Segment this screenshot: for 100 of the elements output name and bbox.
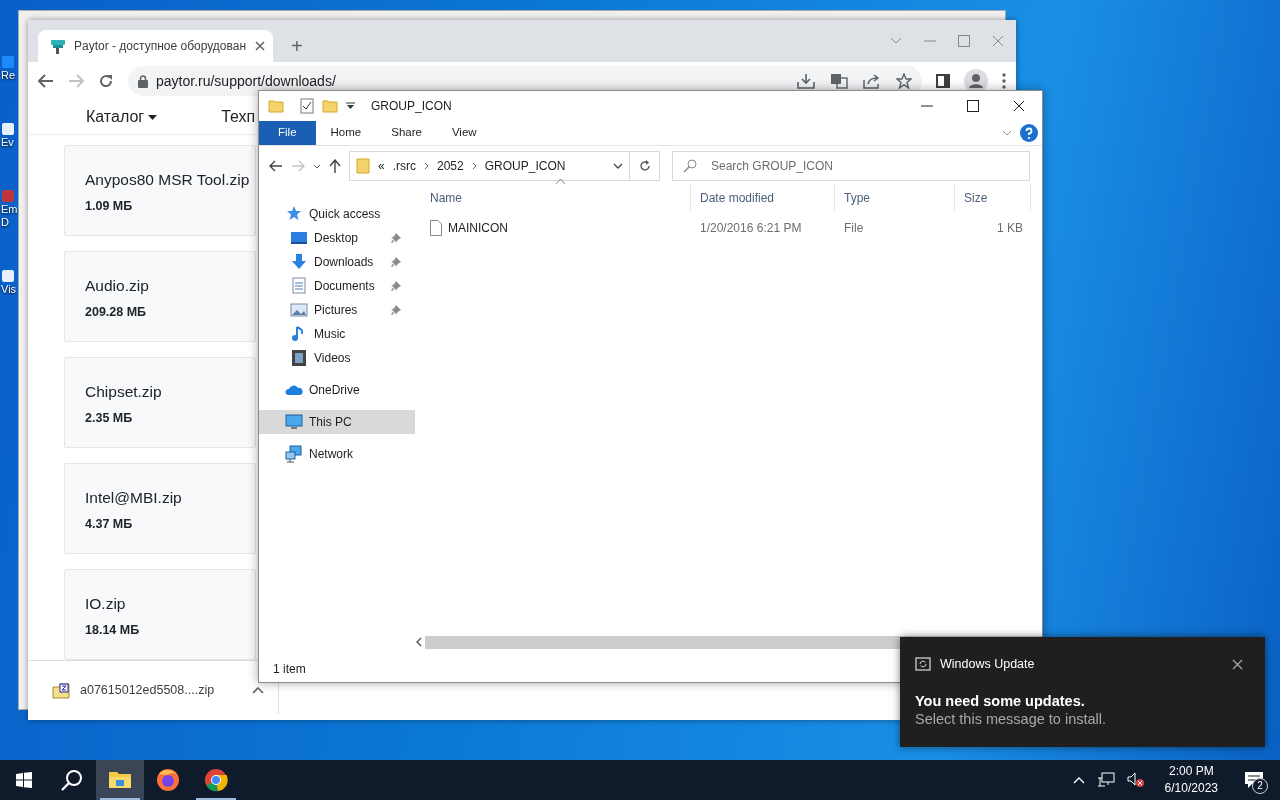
sidebar-item[interactable]: Desktop <box>259 226 415 250</box>
close-icon[interactable] <box>1013 100 1025 112</box>
size-cell-text: 1 KB <box>996 220 1024 237</box>
monitor-icon <box>290 229 308 247</box>
network-icon[interactable] <box>1096 772 1115 788</box>
share-icon[interactable] <box>863 73 881 89</box>
breadcrumb-item[interactable]: 2052 <box>437 157 464 175</box>
sort-caret-icon[interactable] <box>556 179 565 184</box>
computer-icon <box>285 413 303 431</box>
file-name: Chipset.zip <box>85 382 163 401</box>
sidebar-item[interactable]: Network <box>259 442 415 466</box>
sidebar-item[interactable]: This PC <box>259 410 415 434</box>
windows-logo-icon <box>16 772 32 788</box>
type-cell-text: File <box>843 220 865 237</box>
breadcrumb-item[interactable]: GROUP_ICON <box>484 157 566 175</box>
side-panel-icon[interactable] <box>936 74 950 88</box>
back-arrow-icon[interactable] <box>38 74 54 88</box>
sidebar-item[interactable]: Pictures <box>259 298 415 322</box>
search-field[interactable]: Search GROUP_ICON <box>672 151 1030 181</box>
caret-down-icon[interactable] <box>148 114 158 120</box>
url-text: paytor.ru/support/downloads/ <box>156 71 336 91</box>
sidebar-item[interactable]: Quick access <box>259 202 415 226</box>
chevron-down-icon[interactable] <box>313 163 321 169</box>
reload-icon[interactable] <box>98 73 114 89</box>
desktop-icon-label: D <box>0 216 9 229</box>
star-icon[interactable] <box>896 73 912 89</box>
nav-link[interactable]: Техп <box>221 105 256 129</box>
download-card[interactable]: Chipset.zip 2.35 МБ <box>64 357 256 448</box>
muted-speaker-icon[interactable] <box>1126 772 1145 788</box>
breadcrumb-item[interactable]: .rsrc <box>392 157 416 175</box>
desktop-shortcut-icon <box>0 122 14 136</box>
picture-icon <box>290 301 308 319</box>
back-arrow-icon[interactable] <box>269 160 283 172</box>
new-tab-button[interactable]: + <box>287 34 307 58</box>
notification-count: 2 <box>1252 778 1268 794</box>
clock-date[interactable]: 6/10/2023 <box>1164 780 1218 797</box>
file-row-name[interactable]: MAINICON <box>421 219 691 237</box>
download-card[interactable]: Audio.zip 209.28 МБ <box>64 251 256 342</box>
search-icon <box>683 159 697 173</box>
chevron-down-icon[interactable] <box>613 163 623 169</box>
window-title: GROUP_ICON <box>371 98 452 115</box>
notification-message: Select this message to install. <box>915 709 1107 729</box>
download-icon[interactable] <box>797 73 815 89</box>
ribbon-tab[interactable]: File <box>259 121 316 145</box>
nav-link[interactable]: Каталог <box>86 105 145 129</box>
close-button[interactable] <box>1232 658 1243 670</box>
download-card[interactable]: IO.zip 18.14 МБ <box>64 569 256 660</box>
file-name: Anypos80 MSR Tool.zip <box>85 170 251 189</box>
column-header[interactable]: Name <box>421 184 691 211</box>
notification-toast[interactable]: Windows Update You need some updates. Select this message to install. <box>900 637 1265 747</box>
clock-time[interactable]: 2:00 PM <box>1168 763 1214 780</box>
download-card[interactable]: Anypos80 MSR Tool.zip 1.09 МБ <box>64 145 256 236</box>
lock-icon <box>138 74 148 88</box>
help-icon[interactable] <box>1020 124 1038 142</box>
breadcrumb-overflow[interactable]: « <box>378 157 385 175</box>
folder-icon <box>356 158 370 174</box>
ribbon-tab[interactable]: View <box>436 121 492 145</box>
up-arrow-icon[interactable] <box>329 159 341 173</box>
film-icon <box>290 349 308 367</box>
tab-title: Paytor - доступное оборудован <box>74 38 247 55</box>
sidebar-item[interactable]: Videos <box>259 346 415 370</box>
menu-icon[interactable] <box>1002 73 1006 89</box>
translate-icon[interactable] <box>830 73 848 89</box>
ribbon-tab[interactable]: Share <box>376 121 437 145</box>
sidebar-item[interactable]: Documents <box>259 274 415 298</box>
refresh-button[interactable] <box>630 151 660 181</box>
checkmark-document-icon[interactable] <box>300 98 314 114</box>
sidebar-item[interactable]: Downloads <box>259 250 415 274</box>
close-icon <box>1232 658 1243 670</box>
site-favicon-icon <box>50 38 66 54</box>
chevron-right-icon <box>424 162 429 170</box>
file-name: Intel@MBI.zip <box>85 488 183 507</box>
dropdown-arrow-icon[interactable] <box>346 102 355 110</box>
file-name: Audio.zip <box>85 276 150 295</box>
refresh-icon <box>638 160 651 172</box>
notification-center-button[interactable]: 2 <box>1238 764 1270 796</box>
taskbar-app[interactable] <box>96 760 144 800</box>
browser-tab[interactable]: Paytor - доступное оборудован <box>38 30 273 62</box>
column-header[interactable]: Date modified <box>691 184 835 211</box>
chrome-logo-icon <box>204 768 228 792</box>
desktop-shortcut-icon <box>0 189 14 203</box>
fox-globe-icon <box>156 768 180 792</box>
document-icon <box>290 277 308 295</box>
download-card[interactable]: Intel@MBI.zip 4.37 МБ <box>64 463 256 554</box>
desktop-icon-label: Re <box>0 69 16 82</box>
network-icon <box>285 445 303 463</box>
close-icon[interactable] <box>255 41 265 51</box>
search-icon <box>61 769 83 791</box>
scroll-left-icon[interactable] <box>415 637 423 647</box>
sidebar-item[interactable]: Music <box>259 322 415 346</box>
sidebar-item[interactable]: OneDrive <box>259 378 415 402</box>
update-icon <box>915 656 931 673</box>
file-size: 2.35 МБ <box>85 410 134 427</box>
address-field[interactable]: « .rsrc 2052 GROUP_ICON <box>349 151 630 181</box>
column-header[interactable]: Type <box>835 184 955 211</box>
file-name: IO.zip <box>85 594 127 613</box>
maximize-icon[interactable] <box>967 100 979 112</box>
chevron-up-icon[interactable] <box>252 687 265 694</box>
column-header[interactable]: Size <box>955 184 1031 211</box>
ribbon-tab[interactable]: Home <box>315 121 377 145</box>
